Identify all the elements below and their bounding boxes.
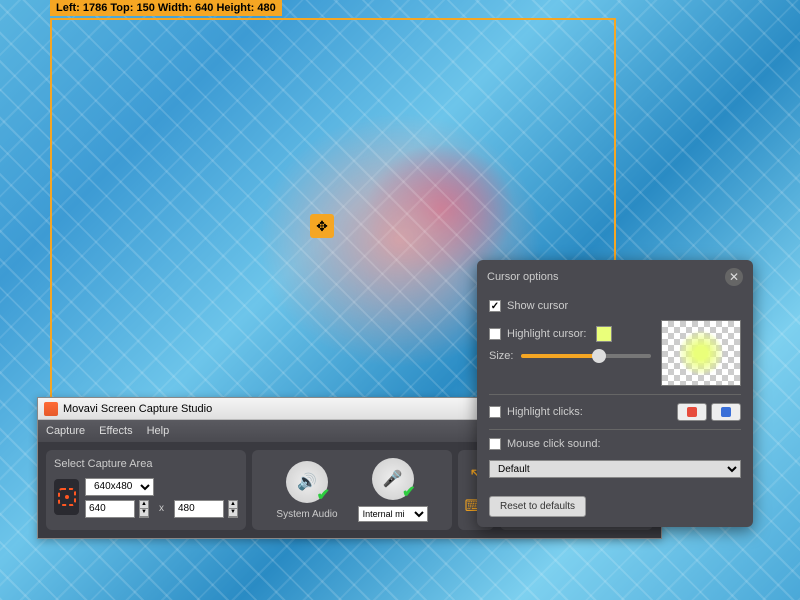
color-dot: [687, 407, 697, 417]
audio-panel: 🔊✔ System Audio 🎤✔ Internal mi: [252, 450, 452, 530]
check-icon: ✔: [402, 482, 415, 502]
menu-help[interactable]: Help: [147, 425, 170, 437]
cursor-preview: [661, 320, 741, 386]
menu-capture[interactable]: Capture: [46, 425, 85, 437]
mouse-click-sound-checkbox[interactable]: [489, 438, 501, 450]
width-spinner[interactable]: ▲▼: [139, 500, 149, 518]
capture-area-panel: Select Capture Area 640x480 ▲▼ x ▲▼: [46, 450, 246, 530]
highlight-color-swatch[interactable]: [596, 326, 612, 342]
divider: [489, 429, 741, 430]
right-click-color-button[interactable]: [711, 403, 741, 421]
slider-thumb[interactable]: [592, 349, 606, 363]
color-dot: [721, 407, 731, 417]
cursor-options-popup: Cursor options ✕ Show cursor Highlight c…: [477, 260, 753, 527]
width-input[interactable]: [85, 500, 135, 518]
reset-to-defaults-button[interactable]: Reset to defaults: [489, 496, 586, 517]
left-click-color-button[interactable]: [677, 403, 707, 421]
select-area-button[interactable]: [54, 479, 79, 515]
capture-coordinates-label: Left: 1786 Top: 150 Width: 640 Height: 4…: [50, 0, 282, 16]
microphone-select[interactable]: Internal mi: [358, 506, 428, 522]
menu-effects[interactable]: Effects: [99, 425, 132, 437]
show-cursor-label: Show cursor: [507, 300, 568, 312]
microphone-icon: 🎤✔: [372, 458, 414, 500]
microphone-item[interactable]: 🎤✔ Internal mi: [358, 458, 428, 522]
highlight-clicks-checkbox[interactable]: [489, 406, 501, 418]
height-input[interactable]: [174, 500, 224, 518]
size-slider[interactable]: [521, 354, 651, 358]
speaker-icon: 🔊✔: [286, 461, 328, 503]
popup-title: Cursor options: [487, 271, 559, 283]
system-audio-item[interactable]: 🔊✔ System Audio: [276, 461, 337, 520]
move-handle-icon[interactable]: ✥: [310, 214, 334, 238]
system-audio-label: System Audio: [276, 509, 337, 520]
show-cursor-checkbox[interactable]: [489, 300, 501, 312]
check-icon: ✔: [317, 485, 330, 505]
capture-area-title: Select Capture Area: [54, 458, 238, 470]
mouse-click-sound-label: Mouse click sound:: [507, 438, 601, 450]
size-label: Size:: [489, 350, 513, 362]
resolution-select[interactable]: 640x480: [85, 478, 154, 496]
height-spinner[interactable]: ▲▼: [228, 500, 238, 518]
window-title: Movavi Screen Capture Studio: [63, 403, 212, 415]
highlight-clicks-label: Highlight clicks:: [507, 406, 583, 418]
divider: [489, 394, 741, 395]
highlight-cursor-label: Highlight cursor:: [507, 328, 586, 340]
close-button[interactable]: ✕: [725, 268, 743, 286]
app-icon: [44, 402, 58, 416]
click-sound-select[interactable]: Default: [489, 460, 741, 478]
highlight-cursor-checkbox[interactable]: [489, 328, 501, 340]
crosshair-icon: [56, 486, 78, 508]
x-separator: x: [159, 503, 164, 514]
